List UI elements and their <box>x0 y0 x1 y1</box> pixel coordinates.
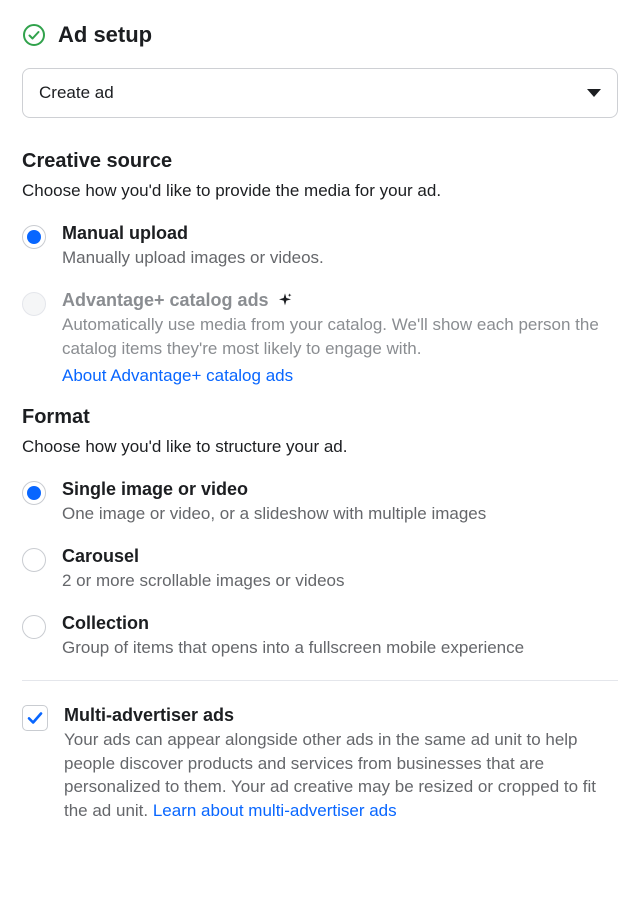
option-content: Manual upload Manually upload images or … <box>62 223 618 270</box>
option-carousel[interactable]: Carousel 2 or more scrollable images or … <box>22 546 618 593</box>
option-desc: One image or video, or a slideshow with … <box>62 502 618 526</box>
option-title: Advantage+ catalog ads <box>62 290 293 311</box>
option-content: Advantage+ catalog ads Automatically use… <box>62 290 618 387</box>
ad-setup-dropdown[interactable]: Create ad <box>22 68 618 118</box>
option-title: Carousel <box>62 546 139 567</box>
option-desc: Automatically use media from your catalo… <box>62 313 618 361</box>
format-subtitle: Choose how you'd like to structure your … <box>22 437 618 457</box>
option-content: Single image or video One image or video… <box>62 479 618 526</box>
option-content: Collection Group of items that opens int… <box>62 613 618 660</box>
radio-carousel[interactable] <box>22 548 46 572</box>
option-content: Multi-advertiser ads Your ads can appear… <box>64 705 618 823</box>
option-single-image-video[interactable]: Single image or video One image or video… <box>22 479 618 526</box>
creative-source-subtitle: Choose how you'd like to provide the med… <box>22 181 618 201</box>
option-desc: Your ads can appear alongside other ads … <box>64 728 618 823</box>
page-title: Ad setup <box>58 22 152 48</box>
option-title: Multi-advertiser ads <box>64 705 234 726</box>
checkbox-multi-advertiser[interactable] <box>22 705 48 731</box>
option-desc: Group of items that opens into a fullscr… <box>62 636 618 660</box>
radio-advantage-catalog <box>22 292 46 316</box>
option-collection[interactable]: Collection Group of items that opens int… <box>22 613 618 660</box>
check-circle-icon <box>22 23 46 47</box>
format-title: Format <box>22 406 618 429</box>
option-title-text: Advantage+ catalog ads <box>62 290 269 311</box>
radio-manual-upload[interactable] <box>22 225 46 249</box>
creative-source-title: Creative source <box>22 150 618 173</box>
option-title: Manual upload <box>62 223 188 244</box>
dropdown-label: Create ad <box>39 83 114 103</box>
radio-single[interactable] <box>22 481 46 505</box>
option-advantage-catalog: Advantage+ catalog ads Automatically use… <box>22 290 618 387</box>
option-desc: Manually upload images or videos. <box>62 246 618 270</box>
sparkle-icon <box>277 292 293 308</box>
option-content: Carousel 2 or more scrollable images or … <box>62 546 618 593</box>
option-title: Single image or video <box>62 479 248 500</box>
divider <box>22 680 618 681</box>
option-multi-advertiser[interactable]: Multi-advertiser ads Your ads can appear… <box>22 705 618 823</box>
about-advantage-link[interactable]: About Advantage+ catalog ads <box>62 366 293 386</box>
option-title: Collection <box>62 613 149 634</box>
option-desc: 2 or more scrollable images or videos <box>62 569 618 593</box>
header: Ad setup <box>22 22 618 48</box>
radio-collection[interactable] <box>22 615 46 639</box>
option-manual-upload[interactable]: Manual upload Manually upload images or … <box>22 223 618 270</box>
learn-multi-advertiser-link[interactable]: Learn about multi-advertiser ads <box>153 801 397 820</box>
chevron-down-icon <box>587 89 601 97</box>
